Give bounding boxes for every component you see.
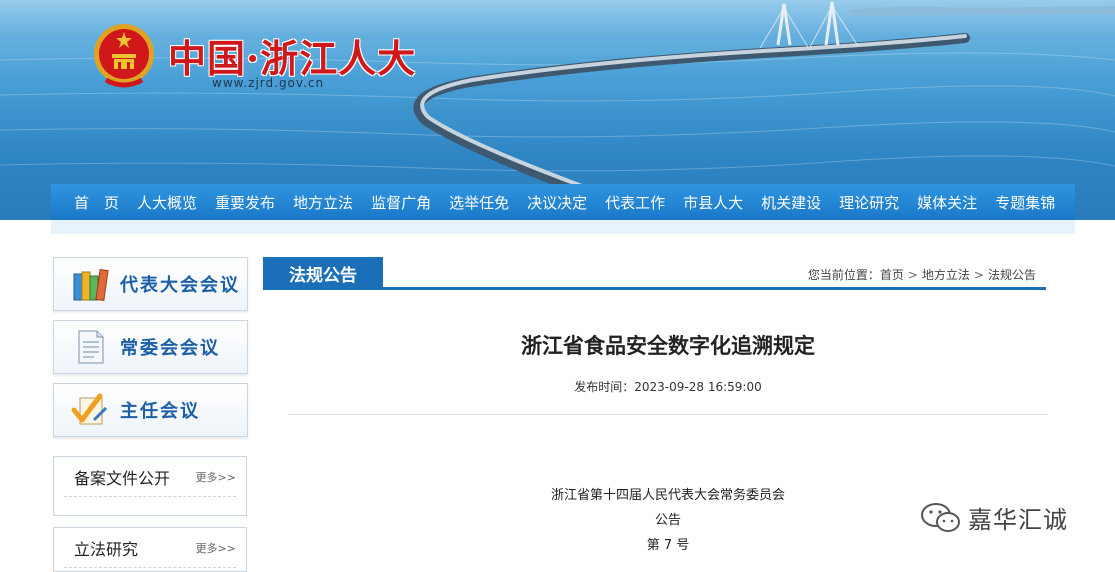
breadcrumb-separator: > (907, 268, 918, 282)
nav-item-home[interactable]: 首 页 (51, 192, 128, 213)
section-header: 法规公告 您当前位置：首页 > 地方立法 > 法规公告 (263, 257, 1046, 290)
sidebar-box-filing-documents: 备案文件公开 更多>> (53, 456, 247, 516)
sidebar-box-title: 备案文件公开 (74, 468, 171, 488)
nav-item-organization[interactable]: 机关建设 (752, 192, 830, 213)
nav-item-deputies[interactable]: 代表工作 (596, 192, 674, 213)
sidebar-button-congress-session[interactable]: 代表大会会议 (53, 257, 248, 311)
breadcrumb-announcements[interactable]: 法规公告 (988, 268, 1036, 282)
nav-item-resolutions[interactable]: 决议决定 (518, 192, 596, 213)
article-line: 第 7 号 (646, 538, 690, 553)
watermark-text: 嘉华汇诚 (968, 506, 1068, 534)
breadcrumb-home[interactable]: 首页 (880, 268, 904, 282)
sidebar-box-legislation-research: 立法研究 更多>> (53, 527, 247, 572)
section-tab: 法规公告 (263, 257, 383, 290)
sidebar-button-chairman-meeting[interactable]: 主任会议 (53, 383, 248, 437)
site-url: www.zjrd.gov.cn (212, 76, 325, 90)
nav-item-local-congress[interactable]: 市县人大 (674, 192, 752, 213)
nav-item-topics[interactable]: 专题集锦 (986, 192, 1064, 213)
document-icon (78, 330, 104, 364)
sidebar-box-header: 备案文件公开 更多>> (64, 457, 236, 497)
check-pen-icon (71, 393, 108, 425)
books-icon (73, 269, 109, 301)
breadcrumb-separator: > (973, 268, 984, 282)
sidebar-button-label: 常委会会议 (120, 338, 220, 359)
wechat-icon (921, 502, 960, 532)
nav-item-elections[interactable]: 选举任免 (440, 192, 518, 213)
sidebar-button-standing-committee[interactable]: 常委会会议 (53, 320, 248, 374)
article-title: 浙江省食品安全数字化追溯规定 (521, 334, 815, 358)
more-link[interactable]: 更多>> (196, 540, 236, 556)
sidebar-box-header: 立法研究 更多>> (64, 528, 236, 568)
breadcrumb-legislation[interactable]: 地方立法 (922, 268, 970, 282)
nav-item-theory[interactable]: 理论研究 (830, 192, 908, 213)
more-link[interactable]: 更多>> (196, 469, 236, 485)
nav-item-supervision[interactable]: 监督广角 (362, 192, 440, 213)
breadcrumb-prefix: 您当前位置： (807, 268, 880, 282)
main-nav: 首 页 人大概览 重要发布 地方立法 监督广角 选举任免 决议决定 代表工作 市… (51, 184, 1075, 220)
national-emblem-icon (94, 24, 154, 88)
nav-item-releases[interactable]: 重要发布 (206, 192, 284, 213)
sidebar-box-title: 立法研究 (74, 539, 139, 559)
nav-underline (51, 220, 1075, 234)
nav-item-legislation[interactable]: 地方立法 (284, 192, 362, 213)
nav-item-media[interactable]: 媒体关注 (908, 192, 986, 213)
sidebar-button-label: 主任会议 (120, 401, 200, 422)
sidebar-button-label: 代表大会会议 (120, 275, 240, 296)
watermark: 嘉华汇诚 (920, 500, 1068, 535)
publish-time: 发布时间：2023-09-28 16:59:00 (574, 380, 762, 394)
nav-item-overview[interactable]: 人大概览 (128, 192, 206, 213)
divider (289, 414, 1047, 415)
breadcrumb: 您当前位置：首页 > 地方立法 > 法规公告 (808, 266, 1036, 283)
site-title[interactable]: 中国·浙江人大 (168, 28, 416, 83)
